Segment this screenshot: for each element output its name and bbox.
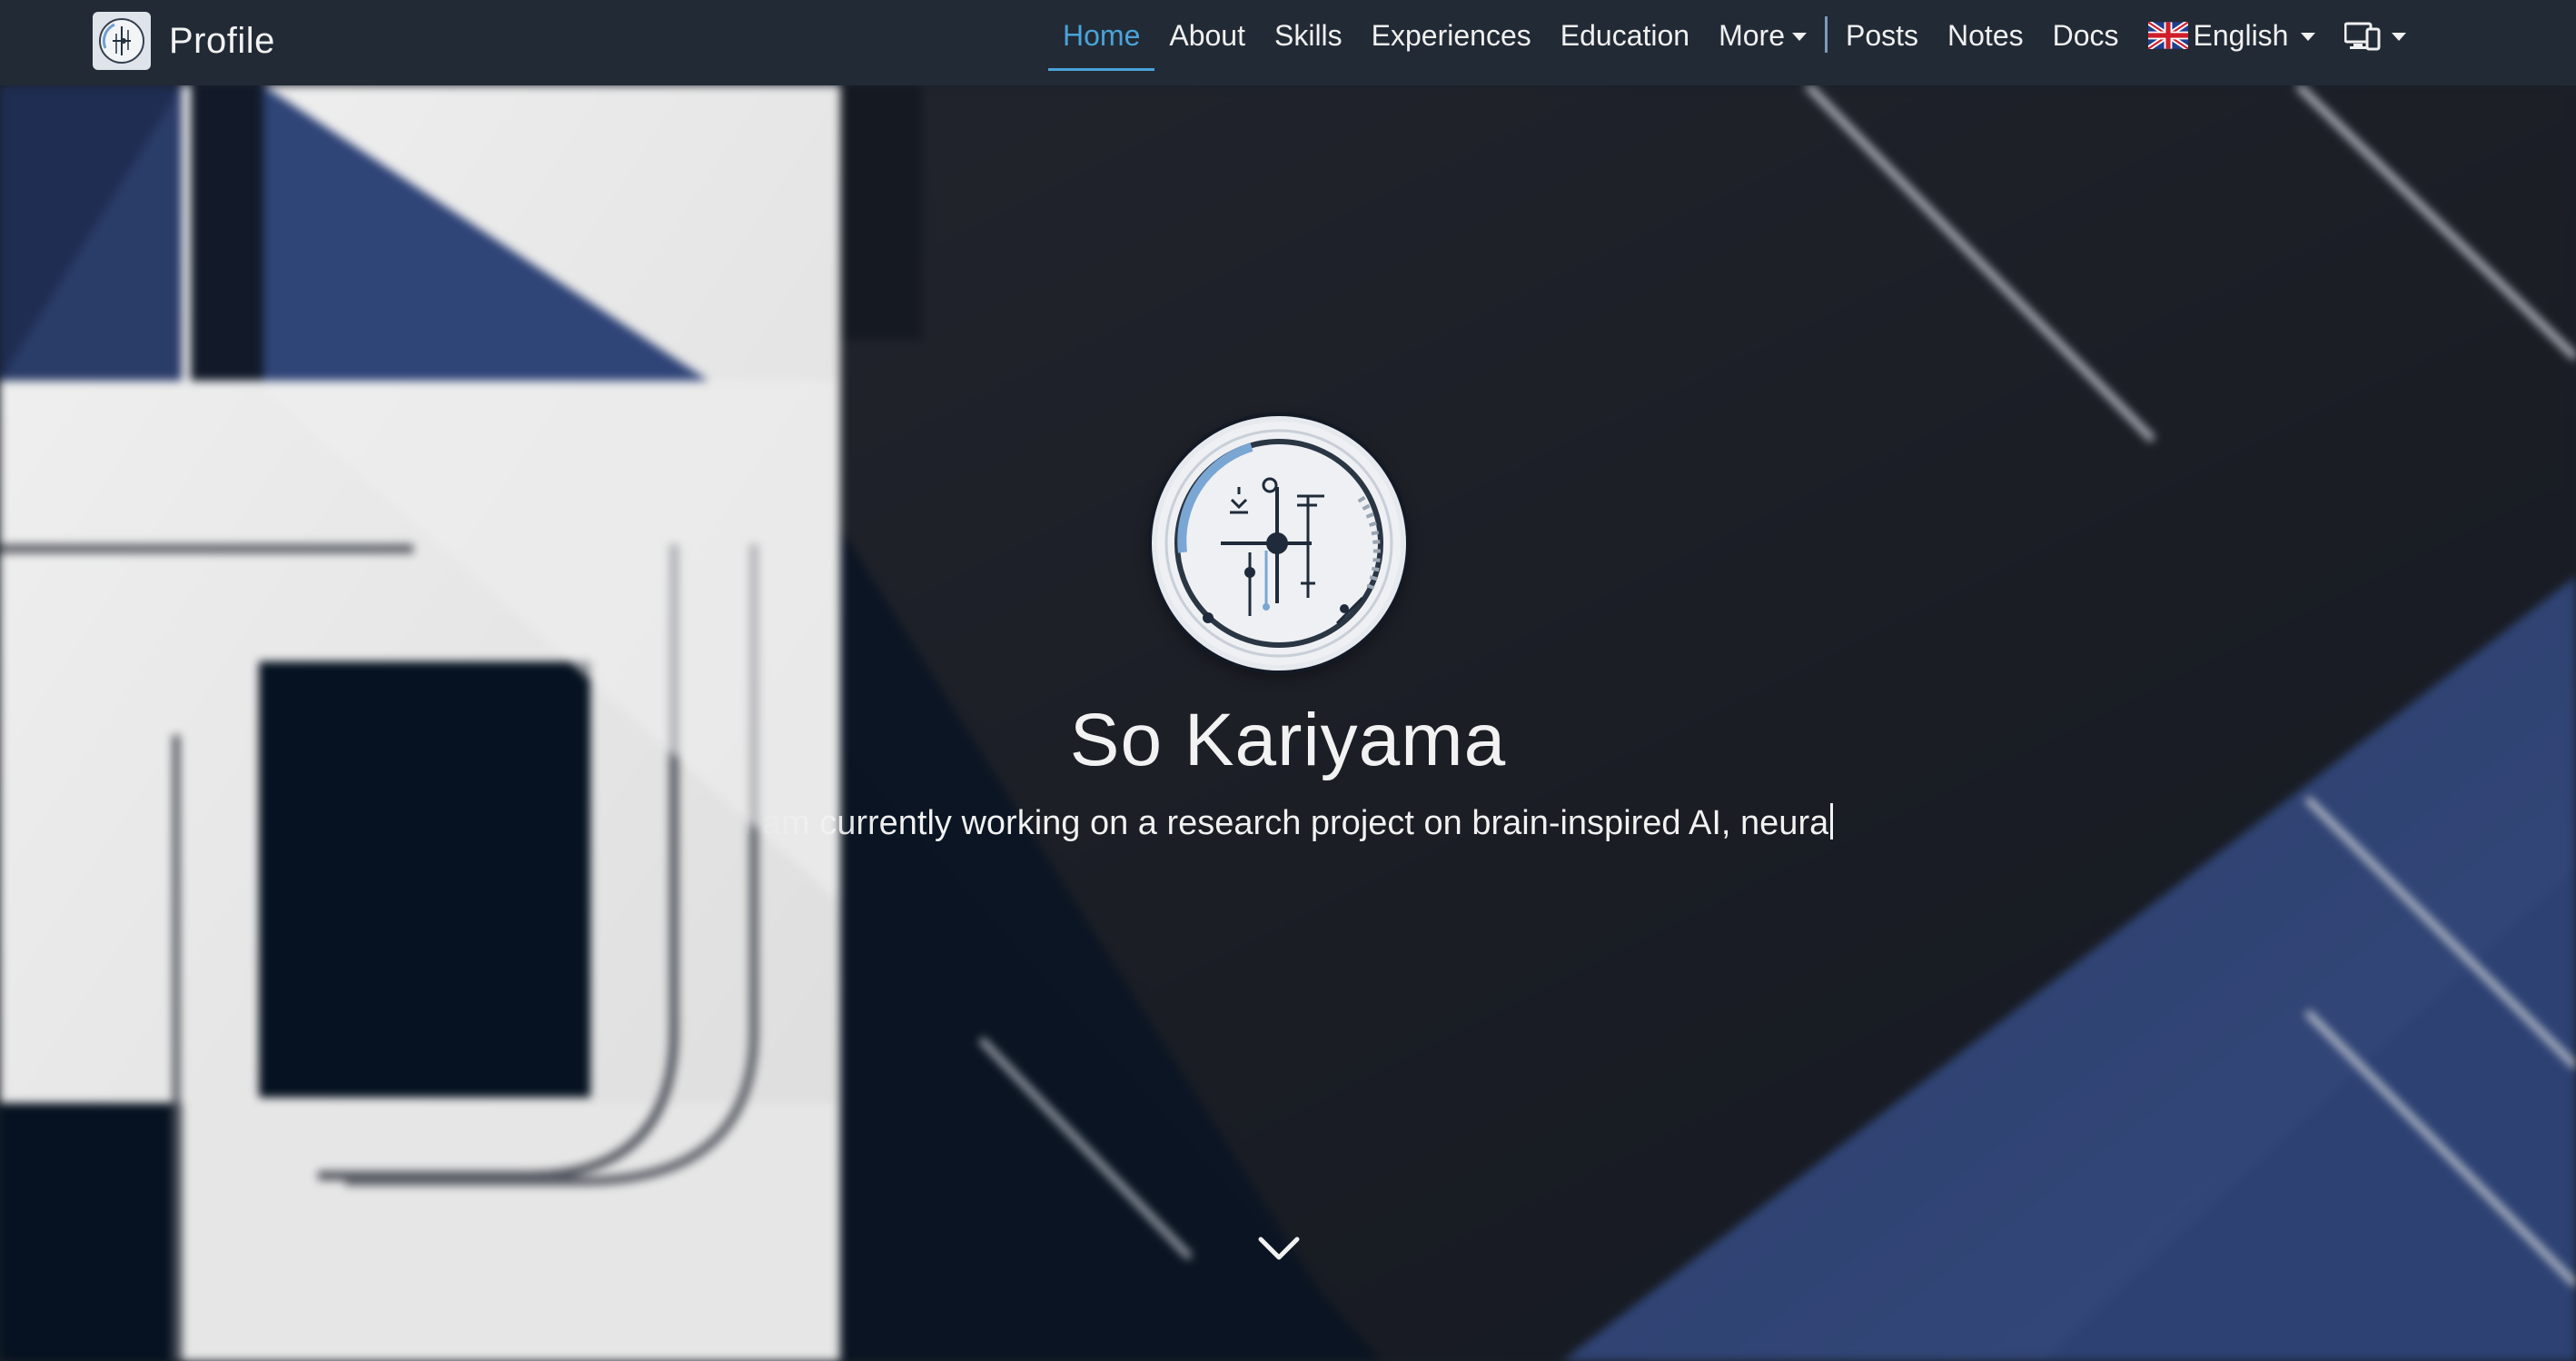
monitor-icon — [2344, 22, 2381, 51]
hero-subtitle-text: I am currently working on a research pro… — [742, 804, 1829, 842]
nav-item-notes-label: Notes — [1947, 18, 2024, 52]
nav-item-home-label: Home — [1063, 18, 1141, 52]
uk-flag-icon — [2147, 22, 2188, 49]
brand-link[interactable]: Profile — [93, 11, 275, 71]
circuit-avatar-icon — [1157, 422, 1401, 665]
nav-links: Home About Skills Experiences Education … — [1048, 0, 2421, 85]
caret-down-icon — [2392, 33, 2407, 41]
caret-down-icon — [2301, 33, 2316, 41]
avatar — [1152, 416, 1406, 671]
nav-item-more-dropdown[interactable]: More — [1704, 0, 1821, 71]
nav-item-experiences[interactable]: Experiences — [1357, 0, 1546, 71]
theme-dropdown[interactable] — [2330, 0, 2421, 71]
nav-item-skills[interactable]: Skills — [1260, 0, 1357, 71]
nav-item-education[interactable]: Education — [1546, 0, 1704, 71]
nav-item-more-label: More — [1719, 18, 1785, 52]
nav-item-experiences-label: Experiences — [1371, 18, 1531, 52]
hero-name: So Kariyama — [1069, 699, 1507, 781]
page: Profile Home About Skills Experiences Ed… — [0, 0, 2576, 1361]
chevron-down-icon — [1258, 1237, 1300, 1260]
nav-item-skills-label: Skills — [1273, 18, 1342, 52]
brand-title: Profile — [169, 20, 275, 61]
language-dropdown[interactable]: English — [2134, 0, 2331, 71]
nav-item-posts[interactable]: Posts — [1831, 0, 1933, 71]
nav-item-home[interactable]: Home — [1048, 0, 1155, 71]
nav-item-docs[interactable]: Docs — [2038, 0, 2134, 71]
circuit-logo-icon — [93, 12, 151, 70]
nav-item-docs-label: Docs — [2052, 18, 2119, 52]
scroll-down-button[interactable] — [1255, 1230, 1303, 1267]
nav-separator — [1824, 16, 1828, 53]
typing-cursor — [1830, 803, 1834, 839]
nav-item-about-label: About — [1169, 18, 1245, 52]
top-navbar: Profile Home About Skills Experiences Ed… — [0, 0, 2576, 85]
caret-down-icon — [1791, 33, 1807, 41]
language-label: English — [2193, 18, 2289, 52]
nav-item-about[interactable]: About — [1154, 0, 1260, 71]
nav-item-posts-label: Posts — [1845, 18, 1919, 52]
nav-item-notes[interactable]: Notes — [1933, 0, 2038, 71]
hero-subtitle: I am currently working on a research pro… — [0, 803, 2576, 843]
nav-item-education-label: Education — [1560, 18, 1690, 52]
